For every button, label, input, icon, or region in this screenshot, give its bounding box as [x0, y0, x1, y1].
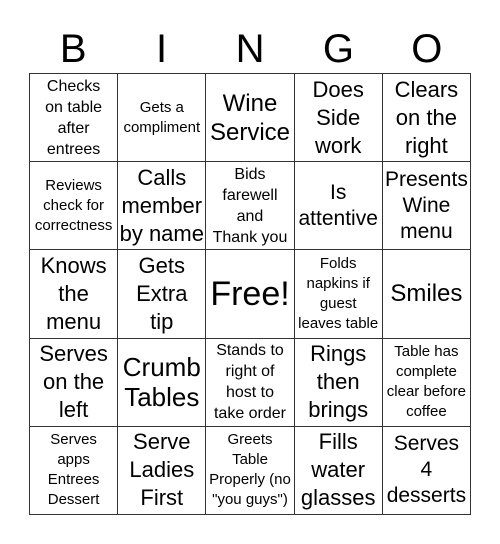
cell-text: Gets a compliment — [123, 98, 201, 136]
bingo-cell[interactable]: Table has complete clear before coffee — [382, 338, 471, 427]
cell-text: Does Side work — [312, 76, 364, 158]
bingo-cell[interactable]: Is attentive — [294, 162, 383, 251]
cell-text: Crumb Tables — [122, 352, 201, 413]
cell-text: Wine Service — [209, 89, 290, 146]
free-space-cell[interactable]: Free! — [206, 250, 295, 339]
bingo-cell[interactable]: Gets Extra tip — [118, 250, 207, 339]
bingo-cell[interactable]: Smiles — [382, 250, 471, 339]
bingo-cell[interactable]: Serves on the left — [30, 338, 119, 427]
cell-text: Serves 4 desserts — [386, 432, 467, 508]
cell-text: Serve Ladies First — [129, 429, 195, 511]
cell-text: Free! — [210, 274, 290, 313]
cell-text: Table has complete clear before coffee — [386, 343, 466, 421]
bingo-cell[interactable]: Bids farewell and Thank you — [206, 162, 295, 251]
bingo-cell[interactable]: Does Side work — [294, 74, 383, 163]
bingo-cell[interactable]: Serves apps Entrees Dessert — [30, 426, 119, 515]
cell-text: Folds napkins if guest leaves table — [298, 254, 379, 332]
bingo-cell[interactable]: Knows the menu — [30, 250, 119, 339]
cell-text: Serves on the left — [39, 341, 108, 423]
cell-text: Serves apps Entrees Dessert — [47, 431, 100, 509]
bingo-cell[interactable]: Stands to right of host to take order — [206, 338, 295, 427]
cell-text: Bids farewell and Thank you — [212, 165, 288, 246]
cell-text: Clears on the right — [394, 76, 459, 158]
bingo-cell[interactable]: Presents Wine menu — [382, 162, 471, 251]
bingo-cell[interactable]: Calls member by name — [118, 162, 207, 251]
bingo-cell[interactable]: Serve Ladies First — [118, 426, 207, 515]
header-letter-i: I — [156, 27, 168, 71]
bingo-cell[interactable]: Wine Service — [206, 74, 295, 163]
cell-text: Reviews check for correctness — [34, 176, 113, 234]
cell-text: Presents Wine menu — [384, 167, 468, 243]
cell-text: Smiles — [390, 280, 463, 308]
cell-text: Fills water glasses — [300, 429, 376, 511]
cell-text: Greets Table Properly (no "you guys") — [209, 431, 291, 509]
cell-text: Checks on table after entrees — [45, 77, 103, 158]
bingo-cell[interactable]: Folds napkins if guest leaves table — [294, 250, 383, 339]
cell-text: Stands to right of host to take order — [213, 342, 287, 423]
bingo-cell[interactable]: Rings then brings — [294, 338, 383, 427]
bingo-header: B I N G O — [29, 20, 471, 72]
header-letter-g: G — [322, 27, 354, 71]
cell-text: Is attentive — [298, 180, 378, 230]
bingo-cell[interactable]: Gets a compliment — [118, 74, 207, 163]
cell-text: Rings then brings — [308, 341, 369, 423]
header-letter-o: O — [411, 27, 443, 71]
cell-text: Gets Extra tip — [136, 252, 188, 334]
cell-text: Calls member by name — [119, 164, 204, 246]
bingo-cell[interactable]: Clears on the right — [382, 74, 471, 163]
header-letter-b: B — [59, 27, 87, 71]
bingo-grid: Checks on table after entrees Gets a com… — [29, 73, 471, 515]
bingo-cell[interactable]: Greets Table Properly (no "you guys") — [206, 426, 295, 515]
bingo-cell[interactable]: Checks on table after entrees — [30, 74, 119, 163]
header-letter-n: N — [235, 27, 265, 71]
bingo-cell[interactable]: Fills water glasses — [294, 426, 383, 515]
cell-text: Knows the menu — [40, 252, 107, 334]
bingo-cell[interactable]: Crumb Tables — [118, 338, 207, 427]
bingo-cell[interactable]: Reviews check for correctness — [30, 162, 119, 251]
bingo-cell[interactable]: Serves 4 desserts — [382, 426, 471, 515]
